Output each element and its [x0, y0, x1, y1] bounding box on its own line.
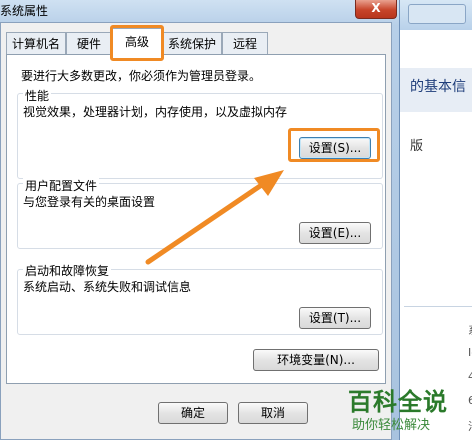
startup-recovery-description: 系统启动、系统失败和调试信息 — [23, 280, 192, 294]
performance-title: 性能 — [23, 87, 52, 104]
advanced-tab-highlight — [110, 25, 164, 61]
dialog-title: 系统属性 — [0, 4, 49, 18]
user-profiles-title: 用户配置文件 — [23, 177, 100, 194]
close-button[interactable]: X — [355, 0, 397, 19]
watermark-logo: 百科全说 助你轻松解决 — [330, 382, 470, 438]
startup-recovery-title: 启动和故障恢复 — [23, 262, 112, 279]
background-divider — [404, 306, 472, 307]
performance-description: 视觉效果，处理器计划，内存使用，以及虚拟内存 — [23, 105, 288, 119]
tab-system-protection[interactable]: 系统保护 — [162, 32, 222, 54]
background-window-controls[interactable] — [408, 4, 466, 24]
user-profiles-description: 与您登录有关的桌面设置 — [23, 195, 156, 209]
watermark-title: 百科全说 — [348, 388, 448, 416]
background-title-fragment: 的基本信 — [410, 79, 466, 95]
cancel-button[interactable]: 取消 — [238, 402, 308, 424]
admin-notice: 要进行大多数更改，你必须作为管理员登录。 — [21, 69, 262, 83]
background-window: 的基本信 版 系 Ic 4 6 沿 — [400, 0, 472, 440]
background-side-text-1: 系 — [468, 322, 472, 338]
tab-hardware[interactable]: 硬件 — [66, 32, 112, 54]
settings-button-highlight — [288, 128, 380, 162]
ok-button[interactable]: 确定 — [158, 402, 228, 424]
environment-variables-button[interactable]: 环境变量(N)... — [253, 349, 379, 371]
startup-recovery-settings-button[interactable]: 设置(T)... — [299, 307, 371, 329]
user-profiles-settings-button[interactable]: 设置(E)... — [299, 222, 371, 244]
background-text-fragment: 版 — [410, 139, 424, 154]
background-titlebar — [400, 0, 472, 30]
tab-computer-name[interactable]: 计算机名 — [6, 32, 66, 54]
watermark-subtitle: 助你轻松解决 — [352, 418, 431, 433]
background-side-text-2: Ic — [468, 346, 472, 359]
tab-remote[interactable]: 远程 — [222, 32, 268, 54]
system-properties-dialog: 系统属性 X 计算机名 硬件 高级 系统保护 远程 要进行大多数更改，你必须作为… — [0, 0, 400, 440]
advanced-tab-panel: 要进行大多数更改，你必须作为管理员登录。 性能 视觉效果，处理器计划，内存使用，… — [6, 54, 386, 384]
